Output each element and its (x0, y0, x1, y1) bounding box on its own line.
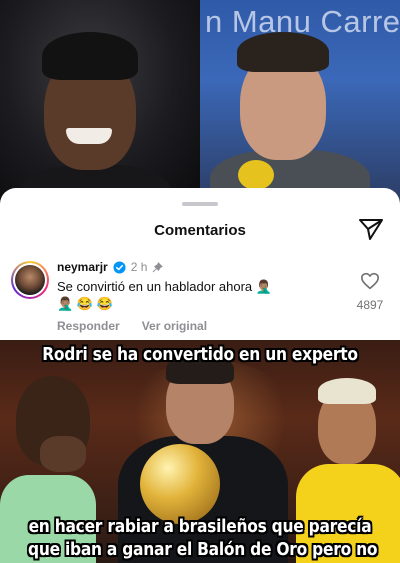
comment-text-line2: 🤦🏽‍♂️ 😂 😂 (57, 296, 113, 311)
comment-username[interactable]: neymarjr (57, 260, 108, 274)
like-count: 4897 (356, 298, 384, 312)
comment-time: 2 h (130, 260, 148, 274)
crying-player-hand (40, 436, 86, 472)
comment-text-line1: Se convirtió en un hablador ahora 🤦🏽‍♂️ (57, 279, 272, 294)
ballon-dor-trophy (140, 444, 220, 524)
heart-icon[interactable] (360, 272, 380, 290)
comments-sheet: Comentarios neymarjr 2 h Se convirtió en… (0, 188, 400, 340)
sad-player-hair (318, 378, 376, 404)
avatar[interactable] (11, 261, 49, 299)
right-player-hair (237, 32, 329, 72)
left-player-hair (42, 32, 138, 80)
meme-caption-bottom-line2: que iban a ganar el Balón de Oro pero no (28, 539, 378, 560)
top-photo-collage: n Manu Carre (0, 0, 400, 200)
paper-plane-icon[interactable] (358, 217, 384, 241)
microphone (238, 160, 274, 190)
left-player-smile (66, 128, 112, 144)
avatar-image (15, 265, 45, 295)
sheet-drag-handle[interactable] (182, 202, 218, 206)
comments-title: Comentarios (154, 222, 246, 239)
pin-icon (152, 261, 164, 272)
verified-badge-icon (113, 260, 126, 274)
meme-caption-bottom-line1: en hacer rabiar a brasileños que parecía (28, 516, 372, 537)
meme-caption-top: Rodri se ha convertido en un experto (42, 344, 358, 365)
reply-button[interactable]: Responder (57, 319, 120, 333)
comment-actions: Responder Ver original (57, 319, 207, 333)
comment-header: neymarjr 2 h (57, 260, 164, 274)
see-original-button[interactable]: Ver original (142, 319, 207, 333)
